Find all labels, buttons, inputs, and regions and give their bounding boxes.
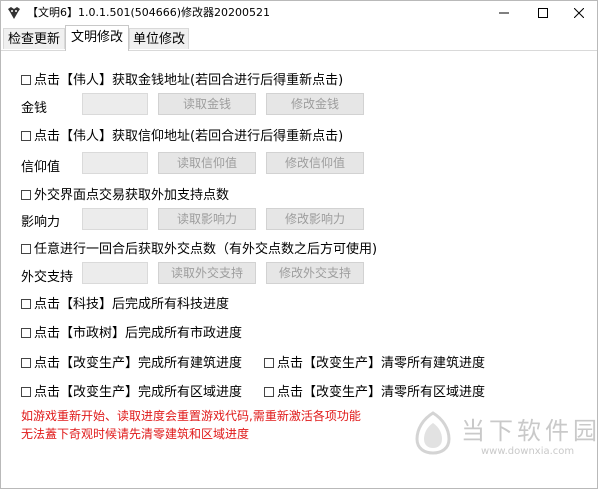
checkbox-label: 点击【改变生产】清零所有区域进度 <box>277 385 486 400</box>
checkbox-label: 外交界面点交易获取外加支持点数 <box>34 188 230 203</box>
tab-check-update[interactable]: 检查更新 <box>3 28 65 49</box>
money-address-checkbox[interactable]: 点击【伟人】获取金钱地址(若回合进行后得重新点击) <box>21 69 343 88</box>
checkbox-box[interactable] <box>21 131 31 141</box>
maximize-icon <box>538 8 548 18</box>
checkbox-label: 点击【伟人】获取信仰地址(若回合进行后得重新点击) <box>34 129 344 144</box>
watermark-url: www.downxia.com <box>481 446 575 457</box>
modify-diplomacy-button[interactable]: 修改外交支持 <box>266 262 364 284</box>
close-button[interactable] <box>564 1 594 25</box>
complete-buildings-checkbox[interactable]: 点击【改变生产】完成所有建筑进度 <box>21 352 242 371</box>
diplomacy-checkbox[interactable]: 任意进行一回合后获取外交点数（有外交点数之后方可使用) <box>21 238 377 257</box>
checkbox-label: 任意进行一回合后获取外交点数（有外交点数之后方可使用) <box>34 242 378 257</box>
influence-label: 影响力 <box>21 215 61 230</box>
diplomacy-input[interactable] <box>82 262 148 284</box>
read-diplomacy-button[interactable]: 读取外交支持 <box>158 262 256 284</box>
checkbox-box[interactable] <box>21 190 31 200</box>
title-bar[interactable]: 【文明6】1.0.1.501(504666)修改器20200521 <box>1 1 597 25</box>
checkbox-box[interactable] <box>21 387 31 397</box>
modify-money-button[interactable]: 修改金钱 <box>266 93 364 115</box>
faith-input[interactable] <box>82 152 148 174</box>
watermark: 当下软件园 www.downxia.com <box>411 411 597 471</box>
checkbox-label: 点击【改变生产】清零所有建筑进度 <box>277 356 486 371</box>
checkbox-box[interactable] <box>21 244 31 254</box>
watermark-brand: 当下软件园 <box>461 417 598 445</box>
influence-checkbox[interactable]: 外交界面点交易获取外加支持点数 <box>21 184 229 203</box>
tab-unit-modify[interactable]: 单位修改 <box>129 28 189 49</box>
checkbox-label: 点击【改变生产】完成所有区域进度 <box>34 385 243 400</box>
checkbox-label: 点击【伟人】获取金钱地址(若回合进行后得重新点击) <box>34 73 344 88</box>
checkbox-box[interactable] <box>21 328 31 338</box>
money-input[interactable] <box>82 93 148 115</box>
clear-buildings-checkbox[interactable]: 点击【改变生产】清零所有建筑进度 <box>264 352 485 371</box>
read-money-button[interactable]: 读取金钱 <box>158 93 256 115</box>
faith-label: 信仰值 <box>21 160 61 175</box>
influence-input[interactable] <box>82 208 148 230</box>
faith-address-checkbox[interactable]: 点击【伟人】获取信仰地址(若回合进行后得重新点击) <box>21 125 343 144</box>
minimize-icon <box>499 12 509 14</box>
modify-influence-button[interactable]: 修改影响力 <box>266 208 364 230</box>
checkbox-label: 点击【科技】后完成所有科技进度 <box>34 297 230 312</box>
window-title: 【文明6】1.0.1.501(504666)修改器20200521 <box>27 6 271 19</box>
checkbox-box[interactable] <box>21 299 31 309</box>
modify-faith-button[interactable]: 修改信仰值 <box>266 152 364 174</box>
close-icon <box>574 8 584 18</box>
clear-districts-checkbox[interactable]: 点击【改变生产】清零所有区域进度 <box>264 381 485 400</box>
maximize-button[interactable] <box>528 1 558 25</box>
complete-districts-checkbox[interactable]: 点击【改变生产】完成所有区域进度 <box>21 381 242 400</box>
money-label: 金钱 <box>21 101 48 116</box>
tab-civ-modify[interactable]: 文明修改 <box>65 25 129 51</box>
complete-tech-checkbox[interactable]: 点击【科技】后完成所有科技进度 <box>21 293 229 312</box>
minimize-button[interactable] <box>489 1 519 25</box>
warning-line-1: 如游戏重新开始、读取进度会重置游戏代码,需重新激活各项功能 <box>21 409 361 423</box>
tab-strip: 检查更新 文明修改 单位修改 <box>1 25 597 51</box>
checkbox-box[interactable] <box>21 358 31 368</box>
app-window: 【文明6】1.0.1.501(504666)修改器20200521 检查更新 文… <box>0 0 598 489</box>
checkbox-label: 点击【市政树】后完成所有市政进度 <box>34 326 243 341</box>
app-icon <box>8 7 20 19</box>
checkbox-box[interactable] <box>21 75 31 85</box>
read-influence-button[interactable]: 读取影响力 <box>158 208 256 230</box>
watermark-logo-icon <box>415 411 451 455</box>
read-faith-button[interactable]: 读取信仰值 <box>158 152 256 174</box>
diplomacy-label: 外交支持 <box>21 270 74 285</box>
checkbox-box[interactable] <box>264 358 274 368</box>
checkbox-label: 点击【改变生产】完成所有建筑进度 <box>34 356 243 371</box>
warning-line-2: 无法蓋下奇观时候请先清零建筑和区域进度 <box>21 427 250 441</box>
complete-civic-checkbox[interactable]: 点击【市政树】后完成所有市政进度 <box>21 322 242 341</box>
checkbox-box[interactable] <box>264 387 274 397</box>
